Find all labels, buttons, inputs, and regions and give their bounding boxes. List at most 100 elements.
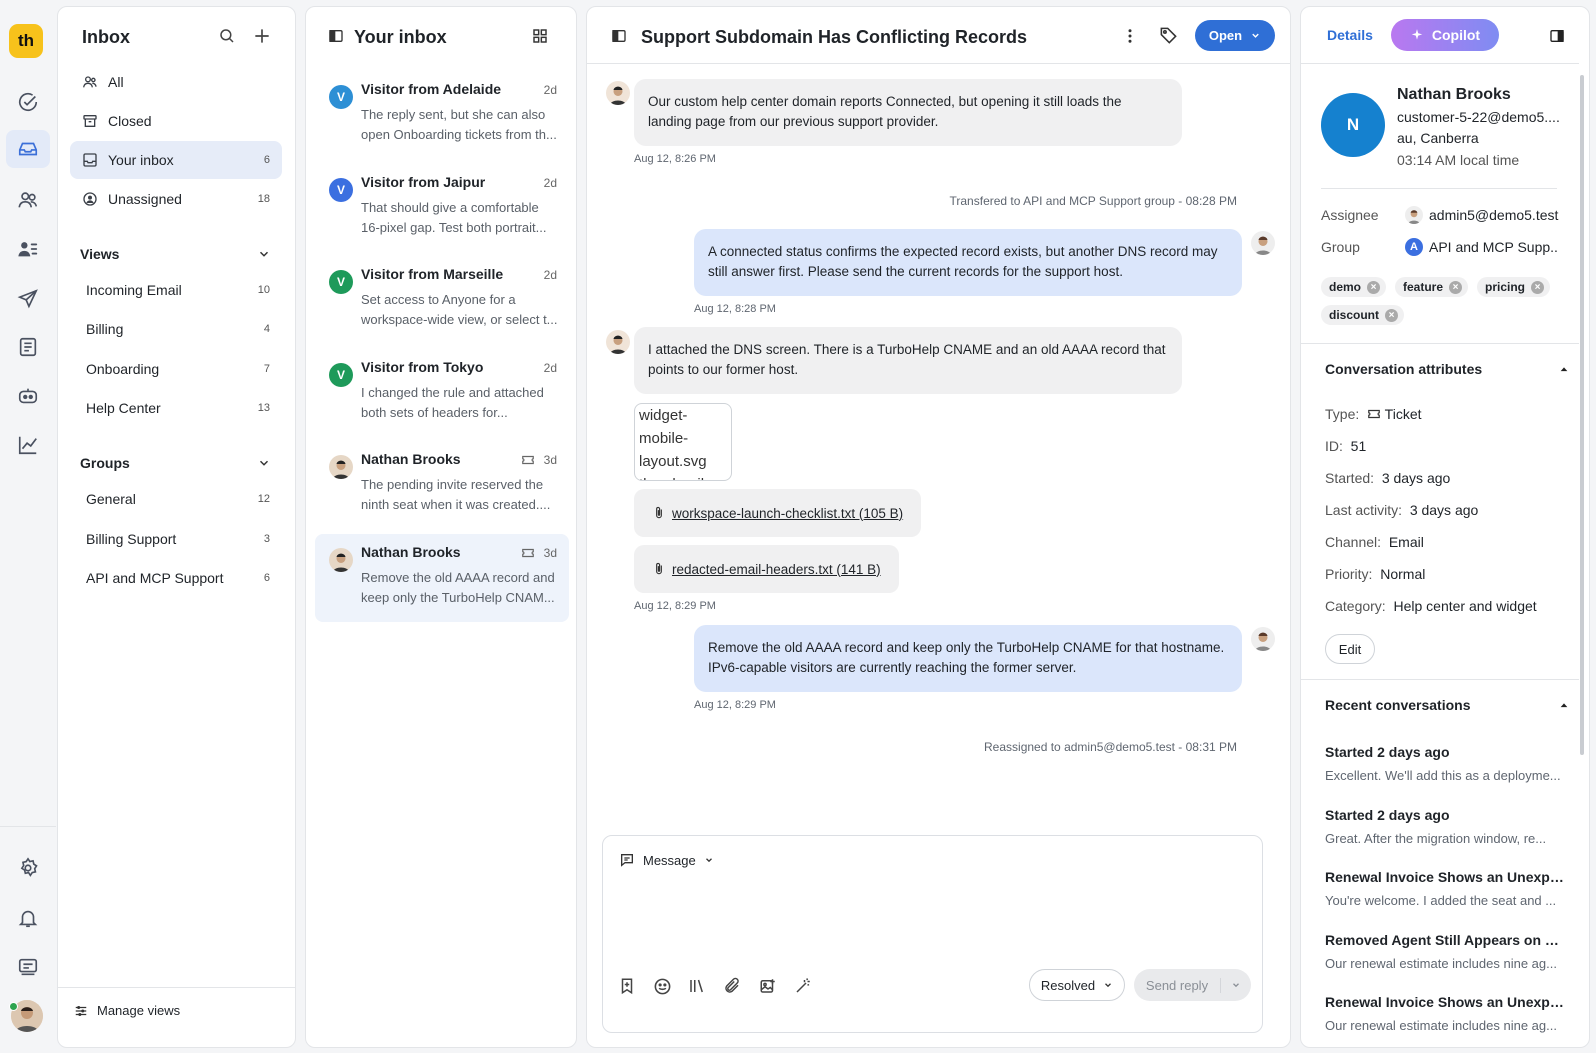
chevron-down-icon[interactable] xyxy=(1221,980,1251,990)
list-item[interactable]: V Visitor from Adelaide 2d The reply sen… xyxy=(315,71,569,159)
paperclip-icon[interactable] xyxy=(720,974,744,998)
tag-chip[interactable]: demo × xyxy=(1321,277,1387,297)
ticket-icon xyxy=(521,546,535,560)
attribute-priority: Priority: Normal xyxy=(1325,566,1425,582)
recent-conversation-title[interactable]: Removed Agent Still Appears on B... xyxy=(1325,932,1565,948)
group-value[interactable]: API and MCP Supp... xyxy=(1429,239,1559,255)
close-icon[interactable]: × xyxy=(1367,280,1381,294)
view-item-incoming-email[interactable]: Incoming Email 10 xyxy=(70,271,282,309)
add-icon[interactable] xyxy=(252,26,272,46)
nav-item-all[interactable]: All xyxy=(70,63,282,101)
view-item-billing[interactable]: Billing 4 xyxy=(70,310,282,348)
group-item-billing-support[interactable]: Billing Support 3 xyxy=(70,520,282,558)
status-select[interactable]: Resolved xyxy=(1029,969,1125,1001)
manage-views-button[interactable]: Manage views xyxy=(74,1003,180,1018)
collapse-panel-icon[interactable] xyxy=(1549,28,1565,44)
library-icon[interactable] xyxy=(685,974,709,998)
composer-mode-select[interactable]: Message xyxy=(619,852,714,868)
more-vertical-icon[interactable] xyxy=(1121,27,1139,45)
recent-conversation-title[interactable]: Started 2 days ago xyxy=(1325,744,1565,760)
image-upload-icon[interactable] xyxy=(756,974,780,998)
document-icon[interactable] xyxy=(12,331,44,363)
send-reply-button[interactable]: Send reply xyxy=(1134,969,1251,1001)
tag-chip[interactable]: discount × xyxy=(1321,305,1404,325)
view-item-onboarding[interactable]: Onboarding 7 xyxy=(70,350,282,388)
contacts-icon[interactable] xyxy=(12,184,44,216)
assignee-value[interactable]: admin5@demo5.test xyxy=(1429,207,1558,223)
recent-conversation-preview: Our renewal estimate includes nine ag... xyxy=(1325,1018,1557,1033)
sidebar-toggle-icon[interactable] xyxy=(611,28,627,44)
list-item[interactable]: V Visitor from Jaipur 2d That should giv… xyxy=(315,164,569,252)
attachment-filename[interactable]: redacted-email-headers.txt (141 B) xyxy=(672,562,881,577)
close-icon[interactable]: × xyxy=(1449,280,1463,294)
insert-note-icon[interactable] xyxy=(615,974,639,998)
manage-views-label: Manage views xyxy=(97,1003,181,1018)
people-list-icon[interactable] xyxy=(12,233,44,265)
app-logo[interactable]: th xyxy=(9,24,43,58)
close-icon[interactable]: × xyxy=(1385,308,1398,322)
group-item-api-mcp-support[interactable]: API and MCP Support 6 xyxy=(70,559,282,597)
status-open-button[interactable]: Open xyxy=(1195,20,1275,51)
tab-copilot[interactable]: Copilot xyxy=(1391,19,1499,51)
send-icon[interactable] xyxy=(12,283,44,315)
view-item-help-center[interactable]: Help Center 13 xyxy=(70,389,282,427)
monitor-icon[interactable] xyxy=(12,951,44,983)
tag-chip[interactable]: pricing × xyxy=(1477,277,1551,297)
emoji-icon[interactable] xyxy=(650,974,674,998)
image-attachment-thumbnail[interactable]: widget-mobile-layout.svg thumbnail xyxy=(634,403,732,481)
message-bubble-outbound: A connected status confirms the expected… xyxy=(694,229,1242,296)
nav-item-your-inbox[interactable]: Your inbox 6 xyxy=(70,141,282,179)
collapse-up-icon[interactable] xyxy=(1559,364,1569,374)
attribute-channel: Channel: Email xyxy=(1325,534,1424,550)
recent-conversation-preview: Our renewal estimate includes nine ag... xyxy=(1325,956,1557,971)
chart-icon[interactable] xyxy=(12,429,44,461)
contact-email[interactable]: customer-5-22@demo5.... xyxy=(1397,109,1563,125)
chevron-down-icon[interactable] xyxy=(257,456,271,470)
recent-conversation-title[interactable]: Renewal Invoice Shows an Unexpe... xyxy=(1325,994,1565,1010)
grid-view-icon[interactable] xyxy=(532,28,548,44)
view-count: 4 xyxy=(263,323,270,335)
recent-conversation-preview: Great. After the migration window, re... xyxy=(1325,831,1547,846)
scrollbar[interactable] xyxy=(1580,75,1584,755)
conversation-age: 2d xyxy=(543,361,557,375)
send-reply-label: Send reply xyxy=(1134,977,1221,993)
edit-attributes-button[interactable]: Edit xyxy=(1325,634,1375,664)
conversation-age: 2d xyxy=(543,83,557,97)
close-icon[interactable]: × xyxy=(1531,280,1545,294)
conversation-title: Support Subdomain Has Conflicting Record… xyxy=(641,27,1028,47)
attachment-filename[interactable]: workspace-launch-checklist.txt (105 B) xyxy=(672,506,903,521)
nav-item-closed[interactable]: Closed xyxy=(70,102,282,140)
gear-icon[interactable] xyxy=(12,852,44,884)
list-item[interactable]: Nathan Brooks 3d The pending invite rese… xyxy=(315,441,569,529)
list-item[interactable]: V Visitor from Marseille 2d Set access t… xyxy=(315,256,569,344)
system-event: Reassigned to admin5@demo5.test - 08:31 … xyxy=(984,740,1237,754)
group-count: 3 xyxy=(263,533,270,545)
assignee-avatar xyxy=(1405,206,1423,224)
collapse-up-icon[interactable] xyxy=(1559,700,1569,710)
group-label: API and MCP Support xyxy=(86,570,224,586)
file-attachment[interactable]: workspace-launch-checklist.txt (105 B) xyxy=(634,489,922,537)
chevron-down-icon[interactable] xyxy=(257,247,271,261)
tag-icon[interactable] xyxy=(1159,26,1178,45)
inbox-icon[interactable] xyxy=(6,130,50,168)
bell-icon[interactable] xyxy=(12,902,44,934)
status-select-label: Resolved xyxy=(1040,977,1096,993)
contact-avatar: V xyxy=(329,270,353,294)
magic-wand-icon[interactable] xyxy=(791,974,815,998)
group-item-general[interactable]: General 12 xyxy=(70,480,282,518)
sidebar-toggle-icon[interactable] xyxy=(328,28,344,44)
tab-details[interactable]: Details xyxy=(1327,27,1373,43)
recent-conversation-title[interactable]: Started 2 days ago xyxy=(1325,807,1565,823)
reply-text-area[interactable] xyxy=(619,880,1247,966)
list-item[interactable]: Nathan Brooks 3d Remove the old AAAA rec… xyxy=(315,534,569,622)
check-circle-icon[interactable] xyxy=(12,86,44,118)
tag-chip[interactable]: feature × xyxy=(1395,277,1469,297)
search-icon[interactable] xyxy=(218,27,236,45)
bot-icon[interactable] xyxy=(12,380,44,412)
list-item[interactable]: V Visitor from Tokyo 2d I changed the ru… xyxy=(315,349,569,437)
chevron-down-icon xyxy=(1103,980,1113,990)
group-label: Group xyxy=(1321,239,1360,255)
nav-item-unassigned[interactable]: Unassigned 18 xyxy=(70,180,282,218)
recent-conversation-title[interactable]: Renewal Invoice Shows an Unexpe... xyxy=(1325,869,1565,885)
file-attachment[interactable]: redacted-email-headers.txt (141 B) xyxy=(634,545,899,593)
